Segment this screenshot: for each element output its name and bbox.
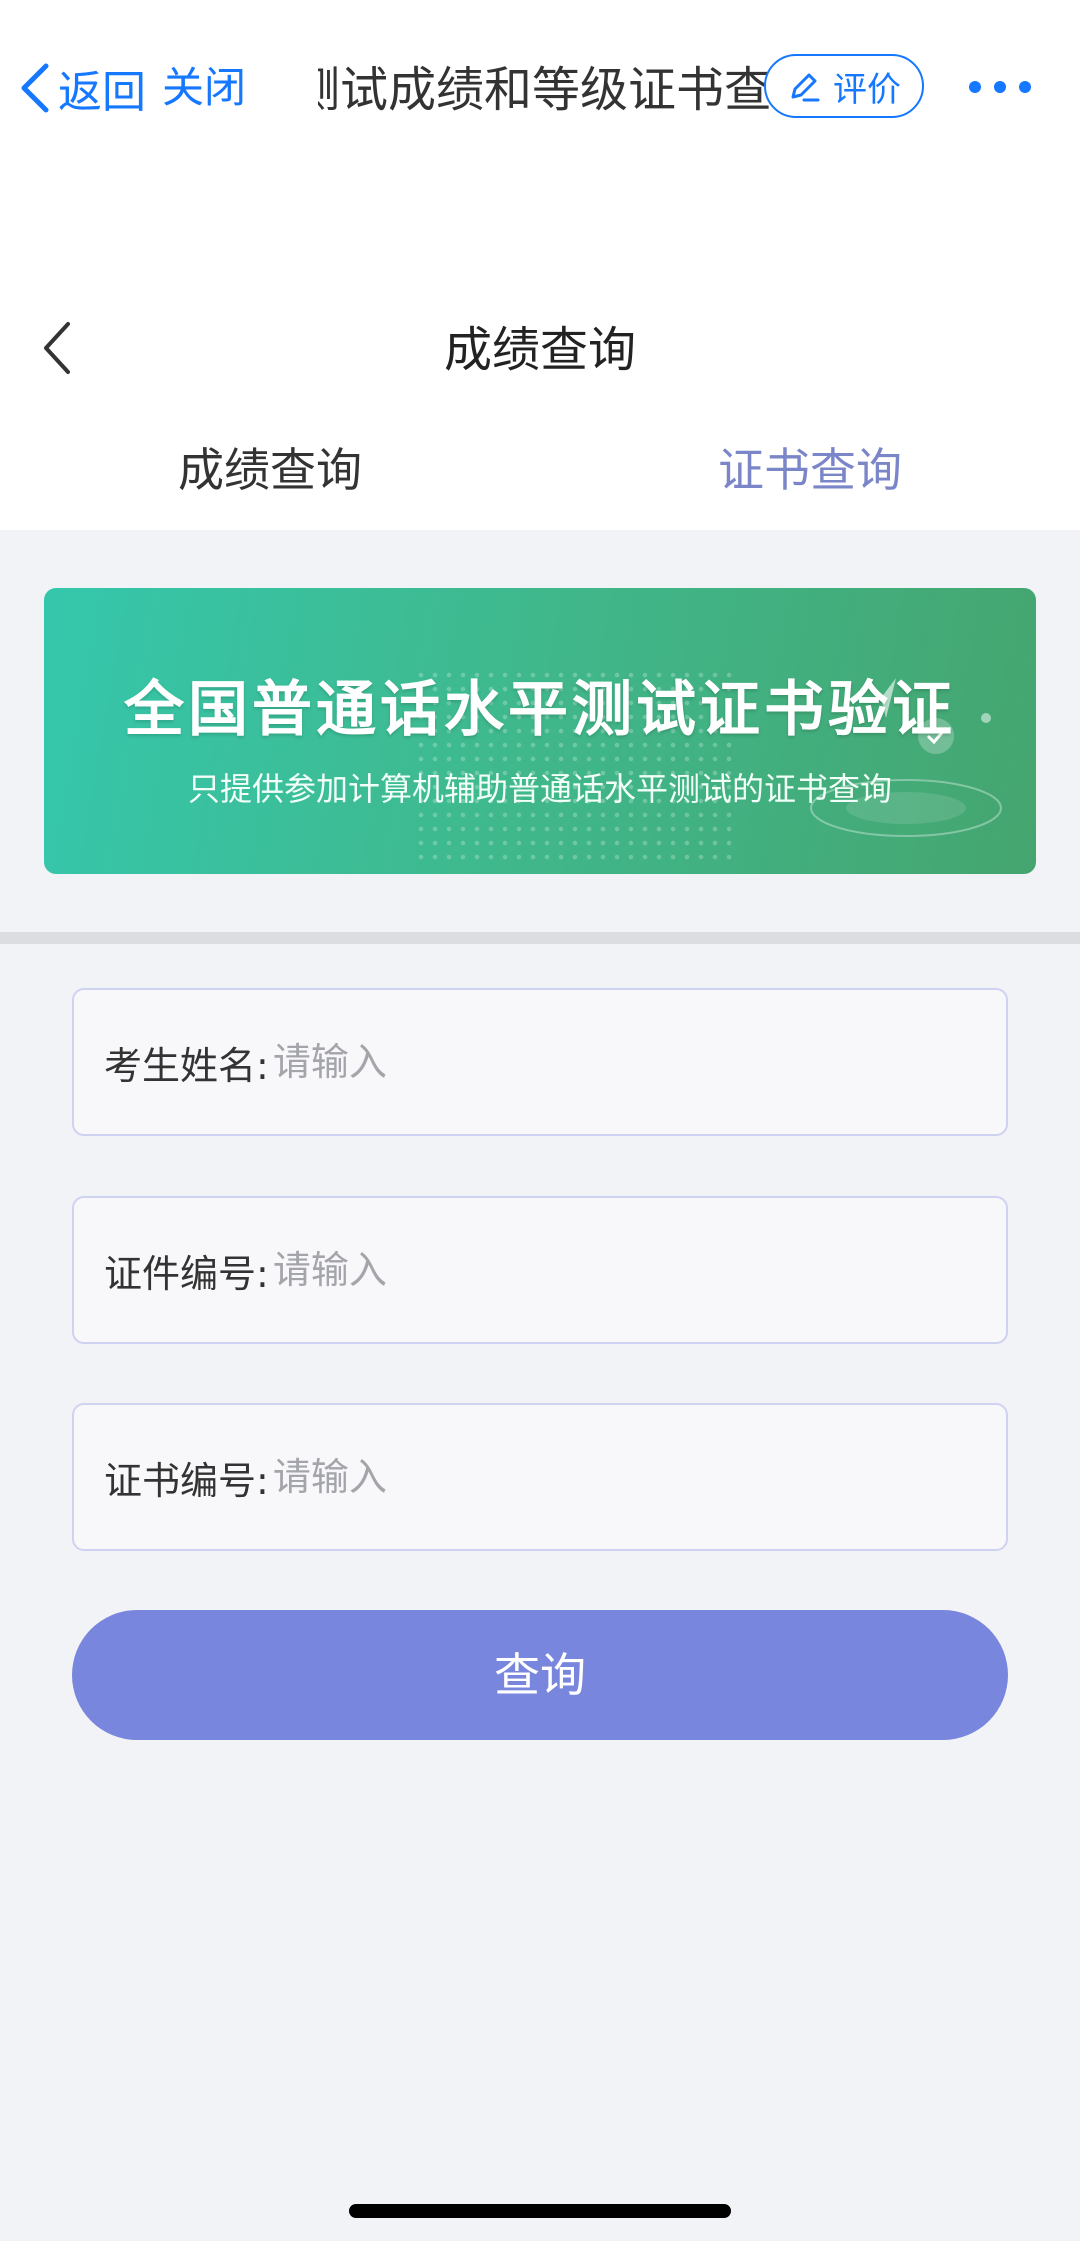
certificate-number-label: 证书编号: [104,1458,269,1503]
candidate-name-input[interactable] [272,1040,1006,1084]
header-back-button[interactable]: 返回 [18,58,146,118]
more-dots-icon[interactable] [950,60,1050,114]
back-label: 返回 [58,67,146,118]
candidate-name-field[interactable]: 考生姓名: [72,988,1008,1136]
tab-certificate-query[interactable]: 证书查询 [540,430,1080,510]
id-number-input[interactable] [272,1248,1006,1292]
certificate-number-field[interactable]: 证书编号: [72,1403,1008,1551]
candidate-name-label: 考生姓名: [104,1043,269,1088]
rate-label: 评价 [833,69,901,110]
app-title: 测试成绩和等级证书查询 [318,62,778,118]
tab-score-query[interactable]: 成绩查询 [0,430,540,510]
banner: 全国普通话水平测试证书验证 只提供参加计算机辅助普通话水平测试的证书查询 [44,588,1036,874]
id-number-field[interactable]: 证件编号: [72,1196,1008,1344]
header-close-button[interactable]: 关闭 [162,58,246,118]
query-button[interactable]: 查询 [72,1610,1008,1740]
banner-title: 全国普通话水平测试证书验证 [124,675,956,745]
edit-pen-icon [791,73,820,102]
home-indicator [349,2204,731,2218]
app-title-container: 测试成绩和等级证书查询 [318,52,778,128]
id-number-label: 证件编号: [104,1251,269,1296]
page-title: 成绩查询 [443,322,636,378]
banner-subtitle: 只提供参加计算机辅助普通话水平测试的证书查询 [187,770,892,808]
rate-button[interactable]: 评价 [764,54,924,118]
certificate-number-input[interactable] [272,1455,1006,1499]
section-divider [0,932,1080,944]
chevron-left-icon [21,63,49,113]
